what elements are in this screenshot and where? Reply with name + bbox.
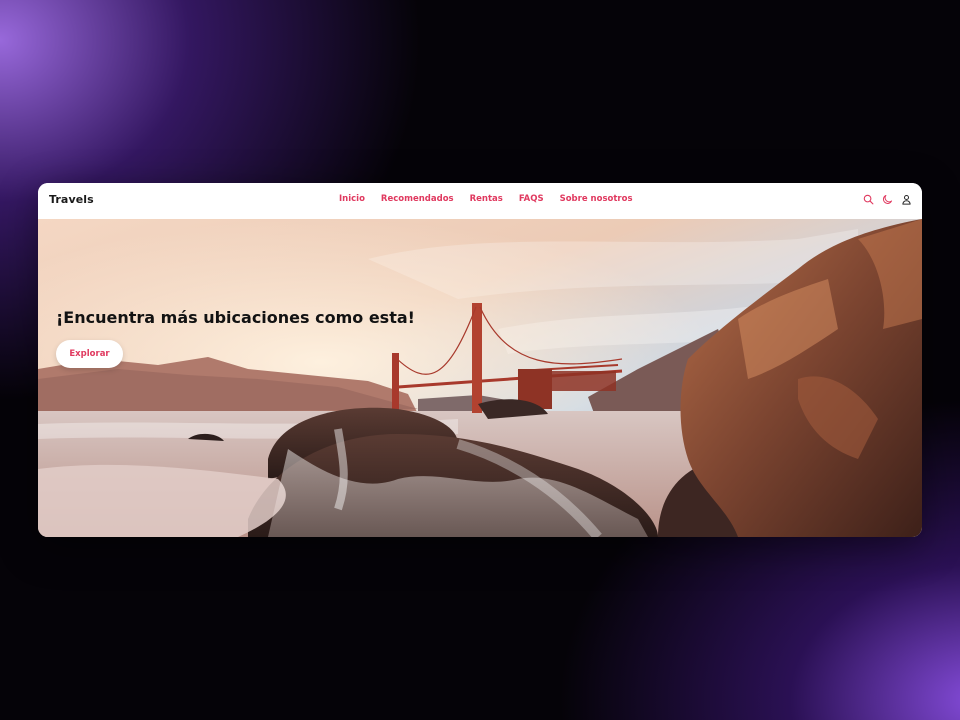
hero-background-photo bbox=[38, 219, 922, 537]
nav-item-inicio[interactable]: Inicio bbox=[339, 194, 365, 204]
top-navigation-bar: Travels Inicio Recomendados Rentas FAQS … bbox=[38, 183, 922, 219]
nav-item-sobre-nosotros[interactable]: Sobre nosotros bbox=[560, 194, 633, 204]
nav-item-faqs[interactable]: FAQS bbox=[519, 194, 544, 204]
moon-icon[interactable] bbox=[882, 194, 893, 205]
search-icon[interactable] bbox=[863, 194, 874, 205]
hero-section: ¡Encuentra más ubicaciones como esta! Ex… bbox=[38, 219, 922, 537]
explore-button[interactable]: Explorar bbox=[56, 340, 123, 368]
user-icon[interactable] bbox=[901, 194, 912, 205]
header-actions bbox=[863, 194, 912, 205]
nav-item-rentas[interactable]: Rentas bbox=[470, 194, 503, 204]
brand-logo[interactable]: Travels bbox=[49, 193, 94, 206]
hero-title: ¡Encuentra más ubicaciones como esta! bbox=[56, 308, 415, 327]
browser-window: Travels Inicio Recomendados Rentas FAQS … bbox=[38, 183, 922, 537]
nav-item-recomendados[interactable]: Recomendados bbox=[381, 194, 454, 204]
main-nav: Inicio Recomendados Rentas FAQS Sobre no… bbox=[339, 194, 633, 204]
